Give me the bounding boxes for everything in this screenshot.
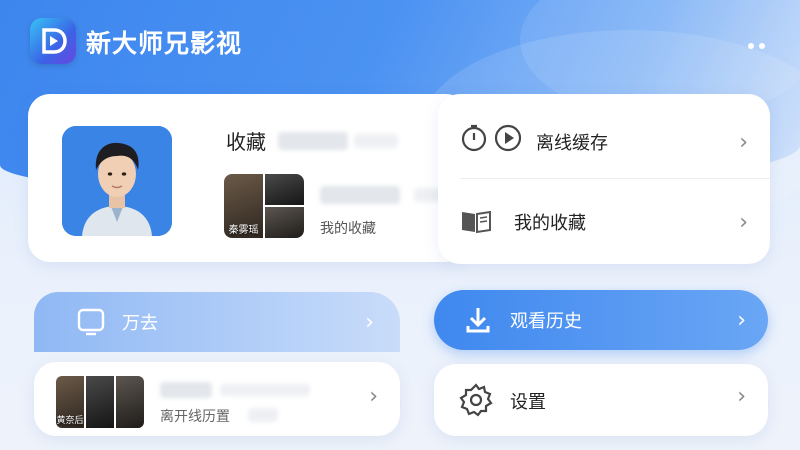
app-title: 新大师兄影视 bbox=[86, 29, 243, 58]
tv-icon bbox=[76, 307, 106, 341]
chevron-right-icon: › bbox=[369, 384, 378, 409]
blurred-text bbox=[320, 186, 400, 204]
favorites-subtitle: 我的收藏 bbox=[320, 221, 376, 237]
offline-cache-row[interactable]: 离线缓存 › bbox=[438, 100, 770, 184]
profile-card: 收藏 秦雾瑶 我的收藏 bbox=[28, 94, 468, 262]
blurred-text bbox=[220, 384, 310, 396]
settings-row[interactable]: 设置 › bbox=[434, 364, 768, 436]
avatar[interactable] bbox=[62, 126, 172, 236]
blurred-text bbox=[160, 382, 212, 398]
history-card[interactable]: 黄奈后 离开线历置 › bbox=[34, 362, 400, 436]
divider bbox=[460, 178, 770, 179]
thumbnail bbox=[116, 376, 144, 428]
left-pill-label: 万去 bbox=[122, 313, 158, 334]
thumbnail bbox=[265, 207, 304, 238]
thumbnail-caption: 秦雾瑶 bbox=[228, 225, 259, 236]
gear-icon bbox=[458, 382, 494, 422]
app-logo-icon bbox=[30, 18, 76, 64]
watch-history-button[interactable]: 观看历史 › bbox=[434, 290, 768, 350]
thumbnail: 黄奈后 bbox=[56, 376, 84, 428]
chevron-right-icon: › bbox=[737, 307, 746, 333]
my-favorites-label: 我的收藏 bbox=[514, 213, 586, 234]
offline-cache-label: 离线缓存 bbox=[536, 133, 608, 154]
history-subtitle: 离开线历置 bbox=[160, 409, 230, 425]
thumbnail bbox=[86, 376, 114, 428]
chevron-right-icon: › bbox=[739, 129, 748, 155]
download-icon bbox=[464, 306, 492, 338]
chevron-right-icon: › bbox=[737, 384, 746, 409]
thumbnail-caption: 黄奈后 bbox=[56, 416, 84, 426]
watch-history-label: 观看历史 bbox=[510, 311, 582, 332]
favorites-title: 收藏 bbox=[226, 130, 266, 154]
chevron-right-icon: › bbox=[365, 309, 374, 335]
play-circle-icon bbox=[494, 124, 522, 156]
chevron-right-icon: › bbox=[739, 209, 748, 235]
blurred-text bbox=[248, 408, 278, 422]
thumbnail bbox=[265, 174, 304, 205]
timer-icon bbox=[460, 124, 488, 156]
menu-card: 离线缓存 › 我的收藏 › bbox=[438, 94, 770, 264]
blurred-text bbox=[278, 132, 348, 150]
my-favorites-row[interactable]: 我的收藏 › bbox=[438, 180, 770, 264]
left-pill-button[interactable]: 万去 › bbox=[34, 292, 400, 352]
history-thumbnails: 黄奈后 bbox=[56, 376, 144, 428]
thumbnail: 秦雾瑶 bbox=[224, 174, 263, 238]
blurred-text bbox=[354, 134, 398, 148]
book-icon bbox=[460, 206, 492, 238]
settings-label: 设置 bbox=[510, 392, 546, 413]
more-dots-icon[interactable] bbox=[736, 34, 776, 58]
favorites-thumbnails[interactable]: 秦雾瑶 bbox=[224, 174, 304, 238]
